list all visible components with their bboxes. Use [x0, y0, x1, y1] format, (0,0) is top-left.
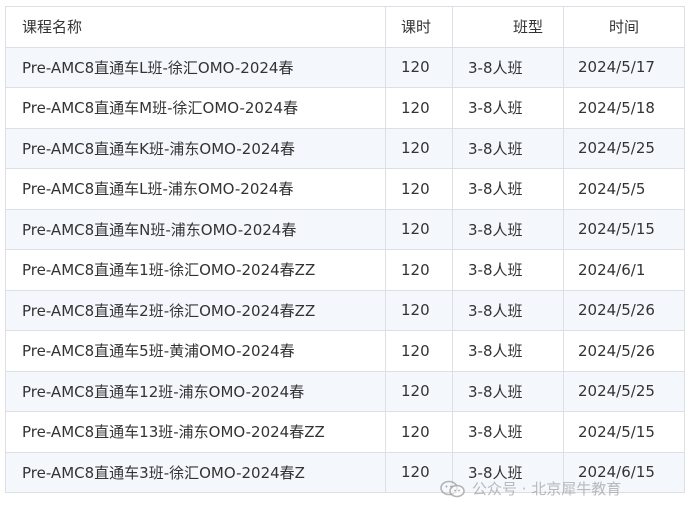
cell-course-name: Pre-AMC8直通车3班-徐汇OMO-2024春Z [5, 451, 386, 493]
cell-date: 2024/5/26 [563, 330, 685, 372]
table-row: Pre-AMC8直通车2班-徐汇OMO-2024春ZZ 120 3-8人班 20… [5, 289, 685, 331]
header-course-name: 课程名称 [5, 6, 386, 48]
table-row: Pre-AMC8直通车L班-徐汇OMO-2024春 120 3-8人班 2024… [5, 46, 685, 88]
cell-hours: 120 [385, 249, 453, 291]
cell-course-name: Pre-AMC8直通车L班-徐汇OMO-2024春 [5, 46, 386, 88]
cell-hours: 120 [385, 87, 453, 129]
cell-hours: 120 [385, 168, 453, 210]
cell-date: 2024/6/1 [563, 249, 685, 291]
table-header: 课程名称 课时 班型 时间 [5, 6, 685, 48]
cell-class-type: 3-8人班 [452, 168, 564, 210]
cell-date: 2024/5/17 [563, 46, 685, 88]
cell-course-name: Pre-AMC8直通车13班-浦东OMO-2024春ZZ [5, 411, 386, 453]
cell-date: 2024/5/25 [563, 127, 685, 169]
header-date: 时间 [563, 6, 685, 48]
cell-course-name: Pre-AMC8直通车5班-黄浦OMO-2024春 [5, 330, 386, 372]
cell-class-type: 3-8人班 [452, 127, 564, 169]
course-table: 课程名称 课时 班型 时间 Pre-AMC8直通车L班-徐汇OMO-2024春 … [5, 6, 685, 493]
table-body: Pre-AMC8直通车L班-徐汇OMO-2024春 120 3-8人班 2024… [5, 46, 685, 493]
cell-class-type: 3-8人班 [452, 249, 564, 291]
table-row: Pre-AMC8直通车K班-浦东OMO-2024春 120 3-8人班 2024… [5, 127, 685, 169]
cell-date: 2024/5/15 [563, 411, 685, 453]
cell-hours: 120 [385, 330, 453, 372]
cell-class-type: 3-8人班 [452, 87, 564, 129]
table-row: Pre-AMC8直通车12班-浦东OMO-2024春 120 3-8人班 202… [5, 370, 685, 412]
cell-hours: 120 [385, 127, 453, 169]
watermark-text: 公众号 · 北京犀牛教育 [472, 480, 622, 498]
cell-hours: 120 [385, 370, 453, 412]
cell-date: 2024/5/15 [563, 208, 685, 250]
cell-date: 2024/5/5 [563, 168, 685, 210]
header-class-type: 班型 [452, 6, 564, 48]
table-row: Pre-AMC8直通车13班-浦东OMO-2024春ZZ 120 3-8人班 2… [5, 411, 685, 453]
cell-class-type: 3-8人班 [452, 411, 564, 453]
table-row: Pre-AMC8直通车N班-浦东OMO-2024春 120 3-8人班 2024… [5, 208, 685, 250]
cell-course-name: Pre-AMC8直通车L班-浦东OMO-2024春 [5, 168, 386, 210]
cell-date: 2024/5/18 [563, 87, 685, 129]
cell-hours: 120 [385, 411, 453, 453]
header-row: 课程名称 课时 班型 时间 [5, 6, 685, 48]
table-row: Pre-AMC8直通车1班-徐汇OMO-2024春ZZ 120 3-8人班 20… [5, 249, 685, 291]
cell-class-type: 3-8人班 [452, 289, 564, 331]
cell-class-type: 3-8人班 [452, 46, 564, 88]
table-row: Pre-AMC8直通车L班-浦东OMO-2024春 120 3-8人班 2024… [5, 168, 685, 210]
cell-class-type: 3-8人班 [452, 330, 564, 372]
header-hours: 课时 [385, 6, 453, 48]
cell-hours: 120 [385, 289, 453, 331]
table-row: Pre-AMC8直通车M班-徐汇OMO-2024春 120 3-8人班 2024… [5, 87, 685, 129]
cell-course-name: Pre-AMC8直通车2班-徐汇OMO-2024春ZZ [5, 289, 386, 331]
watermark: 公众号 · 北京犀牛教育 [440, 478, 621, 499]
cell-date: 2024/5/25 [563, 370, 685, 412]
cell-date: 2024/5/26 [563, 289, 685, 331]
table-row: Pre-AMC8直通车5班-黄浦OMO-2024春 120 3-8人班 2024… [5, 330, 685, 372]
cell-class-type: 3-8人班 [452, 208, 564, 250]
cell-course-name: Pre-AMC8直通车1班-徐汇OMO-2024春ZZ [5, 249, 386, 291]
cell-hours: 120 [385, 208, 453, 250]
cell-course-name: Pre-AMC8直通车N班-浦东OMO-2024春 [5, 208, 386, 250]
cell-course-name: Pre-AMC8直通车12班-浦东OMO-2024春 [5, 370, 386, 412]
cell-hours: 120 [385, 46, 453, 88]
page: 课程名称 课时 班型 时间 Pre-AMC8直通车L班-徐汇OMO-2024春 … [0, 0, 691, 516]
wechat-icon [440, 480, 465, 497]
cell-course-name: Pre-AMC8直通车K班-浦东OMO-2024春 [5, 127, 386, 169]
cell-class-type: 3-8人班 [452, 370, 564, 412]
cell-course-name: Pre-AMC8直通车M班-徐汇OMO-2024春 [5, 87, 386, 129]
